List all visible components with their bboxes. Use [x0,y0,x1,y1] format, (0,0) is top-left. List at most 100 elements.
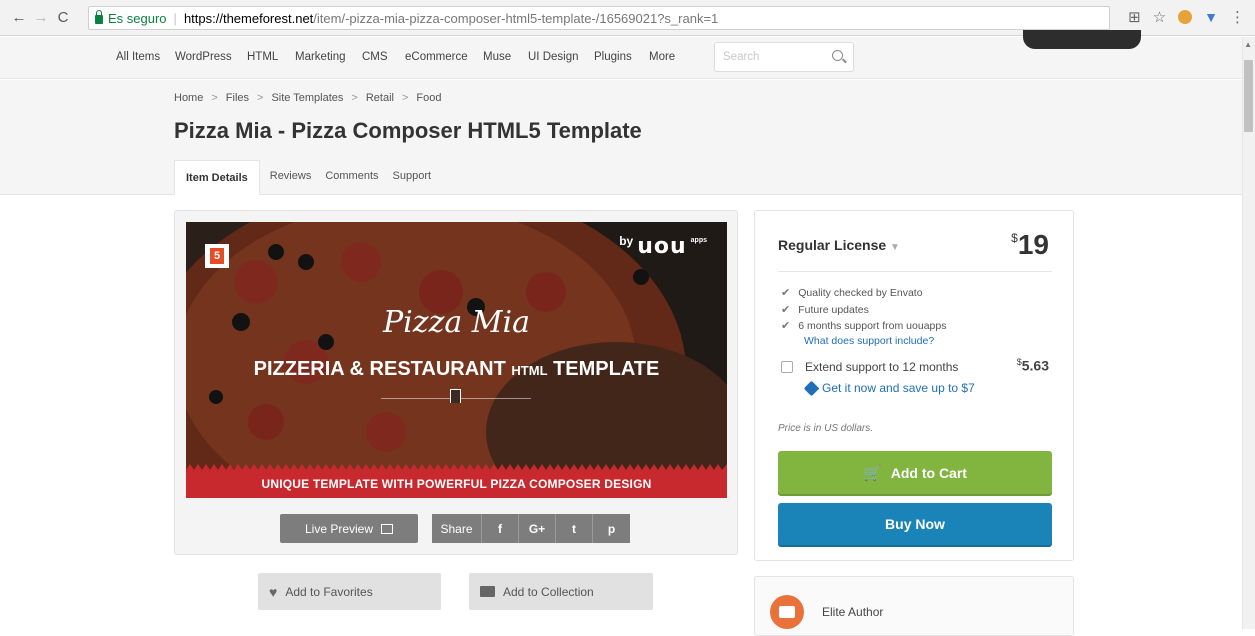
nav-wordpress[interactable]: WordPress [175,51,232,63]
author-logo: by uou apps [619,234,707,259]
nav-muse[interactable]: Muse [483,51,511,63]
cart-icon: 🛒 [863,464,882,482]
tab-item-details[interactable]: Item Details [174,160,260,195]
html5-badge-icon: 5 [205,244,229,268]
save-offer-link[interactable]: Get it now and save up to $7 [803,380,975,396]
extend-support-checkbox[interactable] [781,361,793,373]
tab-reviews[interactable]: Reviews [263,160,319,195]
tagline-html: HTML [511,363,548,378]
chevron-right-icon: > [257,92,264,104]
nav-ui-design[interactable]: UI Design [528,51,579,63]
google-plus-icon[interactable]: G+ [519,514,556,543]
add-to-cart-label: Add to Cart [890,464,967,481]
page-title: Pizza Mia - Pizza Composer HTML5 Templat… [174,118,642,143]
translate-icon[interactable]: ⊞ [1128,8,1141,26]
banner-tagline: PIZZERIA & RESTAURANT HTML TEMPLATE [186,358,727,381]
breadcrumb-site-templates[interactable]: Site Templates [271,92,343,104]
facebook-icon[interactable]: f [482,514,519,543]
by-label: by [619,234,634,248]
url-host: https://themeforest.net [183,10,314,26]
cart-extension-icon[interactable]: ▼ [1204,9,1218,25]
purchase-panel: Regular License ▼ $19 ✔ Quality checked b… [754,210,1074,561]
address-bar[interactable]: Es seguro | https://themeforest.net/item… [88,6,1110,30]
add-to-collection-button[interactable]: Add to Collection [469,573,653,610]
feature-item: ✔ Quality checked by Envato [781,287,923,299]
share-label: Share [432,514,482,543]
account-pill[interactable] [1023,30,1141,49]
favorites-label: Add to Favorites [285,584,373,599]
breadcrumb-home[interactable]: Home [174,92,203,104]
nav-marketing[interactable]: Marketing [295,51,346,63]
search-placeholder: Search [723,51,760,63]
tag-icon [803,380,820,396]
url-path: /item/-pizza-mia-pizza-composer-html5-te… [313,10,719,26]
breadcrumb-files[interactable]: Files [226,92,249,104]
live-preview-label: Live Preview [304,521,374,536]
tab-support[interactable]: Support [386,160,439,195]
nav-plugins[interactable]: Plugins [594,51,632,63]
banner-strip: UNIQUE TEMPLATE WITH POWERFUL PIZZA COMP… [186,470,727,498]
tagline-end: TEMPLATE [553,358,660,380]
extend-support-label: Extend support to 12 months [805,360,959,374]
uou-logo: uou [637,234,687,259]
scroll-up-icon[interactable]: ▲ [1244,40,1252,49]
lock-icon [95,10,103,24]
divider [778,271,1052,272]
add-to-favorites-button[interactable]: ♥ Add to Favorites [258,573,441,610]
menu-dots-icon[interactable]: ⋮ [1230,8,1245,26]
preview-window-icon [381,523,394,534]
elite-author-icon [770,595,804,629]
reload-icon[interactable]: C [52,7,74,29]
currency-symbol: $ [1011,231,1018,245]
banner-brand: Pizza Mia [382,305,530,340]
extend-support-price: $5.63 [1016,357,1049,374]
bookmark-star-icon[interactable]: ☆ [1153,8,1166,26]
tagline-main: PIZZERIA & RESTAURANT [253,358,506,380]
item-tabs: Item Details Reviews Comments Support [174,160,438,195]
bookmark-icon [450,389,461,403]
cookie-extension-icon[interactable] [1178,10,1193,24]
license-selector[interactable]: Regular License ▼ [778,237,900,253]
elite-author-label: Elite Author [822,605,884,619]
currency-note: Price is in US dollars. [778,423,874,434]
add-to-cart-button[interactable]: 🛒 Add to Cart [778,451,1052,494]
extend-support-option[interactable]: Extend support to 12 months [781,360,958,374]
nav-html[interactable]: HTML [247,51,278,63]
secure-label: Es seguro [108,10,167,26]
check-icon: ✔ [781,320,791,332]
check-icon: ✔ [781,287,791,299]
buy-now-button[interactable]: Buy Now [778,503,1052,545]
nav-more[interactable]: More [649,51,675,63]
heart-icon: ♥ [269,583,278,600]
preview-banner[interactable]: 5 by uou apps Pizza Mia PIZZERIA & RESTA… [186,222,727,498]
check-icon: ✔ [781,303,791,316]
twitter-icon[interactable]: t [556,514,593,543]
chevron-right-icon: > [351,92,358,104]
support-info-link[interactable]: What does support include? [804,335,934,347]
forward-icon[interactable]: → [30,7,52,29]
caret-down-icon: ▼ [890,242,900,253]
chevron-right-icon: > [211,92,218,104]
share-bar: Share f G+ t p [432,514,630,543]
pinterest-icon[interactable]: p [593,514,630,543]
scrollbar-thumb[interactable] [1244,60,1253,132]
nav-ecommerce[interactable]: eCommerce [405,51,468,63]
back-icon[interactable]: ← [8,7,30,29]
item-price: $19 [1011,229,1049,261]
item-header: Home > Files > Site Templates > Retail >… [0,80,1242,195]
search-icon[interactable] [832,50,843,61]
apps-label: apps [690,237,707,244]
live-preview-button[interactable]: Live Preview [280,514,418,543]
breadcrumb: Home > Files > Site Templates > Retail >… [174,92,441,104]
tab-comments[interactable]: Comments [318,160,385,195]
nav-cms[interactable]: CMS [362,51,388,63]
breadcrumb-retail[interactable]: Retail [366,92,394,104]
nav-all-items[interactable]: All Items [116,51,160,63]
search-input[interactable]: Search [714,42,854,72]
breadcrumb-food[interactable]: Food [416,92,441,104]
feature-list: ✔ Quality checked by Envato ✔ Future updat… [781,285,946,335]
feature-item: ✔ 6 months support from uouapps [781,320,947,332]
browser-actions: ⊞ ☆ ▼ ⋮ [1128,8,1245,26]
item-preview-panel: 5 by uou apps Pizza Mia PIZZERIA & RESTA… [174,210,738,555]
feature-item: ✔ Future updates [781,303,869,316]
